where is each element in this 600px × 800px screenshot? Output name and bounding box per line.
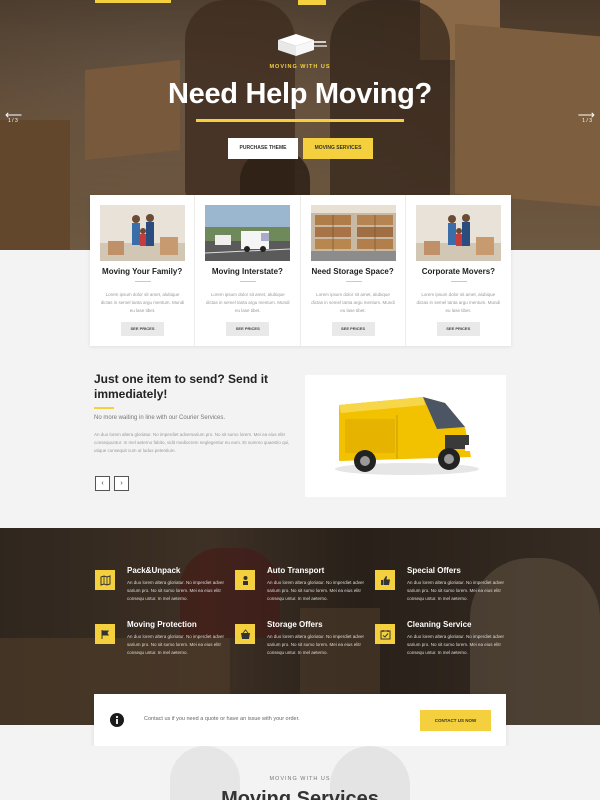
service-title: Auto Transport (267, 566, 325, 575)
see-prices-button[interactable]: SEE PRICES (436, 322, 480, 336)
contact-text: Contact us if you need a quote or have a… (144, 716, 300, 722)
service-title: Moving Protection (127, 620, 197, 629)
service-text: An duo lorem altera gloriatur. No imperd… (267, 580, 365, 601)
moving-services-button[interactable]: MOVING SERVICES (303, 138, 373, 159)
card-title: Need Storage Space? (311, 267, 394, 276)
courier-subtitle: No more waiting in line with our Courier… (94, 415, 226, 421)
service-item: Special Offers An duo lorem altera glori… (375, 558, 505, 608)
box-logo-icon (278, 34, 327, 56)
family-with-boxes-image (415, 205, 501, 261)
courier-van-panel (305, 375, 506, 497)
warehouse-shelves-image (310, 205, 396, 261)
hero-title: Need Help Moving? (168, 78, 432, 110)
service-item: Storage Offers An duo lorem altera glori… (235, 612, 365, 662)
service-title: Storage Offers (267, 620, 323, 629)
card-divider (135, 281, 151, 282)
card-divider (345, 281, 362, 282)
next-button[interactable]: › (114, 476, 129, 491)
service-card: Moving Your Family? Lorem ipsum dolor si… (90, 195, 196, 346)
courier-title-underline (94, 407, 114, 409)
contact-us-button[interactable]: CONTACT US NOW (420, 710, 491, 731)
card-text: Lorem ipsum dolor sit amet, alubique dic… (416, 292, 501, 313)
service-card: Corporate Movers? Lorem ipsum dolor sit … (406, 195, 511, 346)
service-text: An duo lorem altera gloriatur. No imperd… (127, 634, 225, 655)
see-prices-button[interactable]: SEE PRICES (331, 322, 375, 336)
yellow-van-image (335, 397, 479, 475)
service-title: Pack&Unpack (127, 566, 181, 575)
card-divider (240, 281, 257, 282)
card-title: Moving Interstate? (211, 267, 283, 276)
service-text: An duo lorem altera gloriatur. No imperd… (407, 580, 505, 601)
service-title: Special Offers (407, 566, 461, 575)
info-icon (110, 713, 124, 727)
see-prices-button[interactable]: SEE PRICES (226, 322, 270, 336)
card-text: Lorem ipsum dolor sit amet, alubique dic… (100, 292, 185, 313)
card-text: Lorem ipsum dolor sit amet, alubique dic… (205, 292, 290, 313)
bottom-title: Moving Services (221, 788, 379, 800)
hero-title-underline (196, 119, 404, 122)
top-accent-button[interactable] (298, 0, 326, 5)
card-divider (450, 281, 467, 282)
card-text: Lorem ipsum dolor sit amet, alubique dic… (311, 292, 395, 313)
courier-title: Just one item to send? Send it immediate… (94, 372, 269, 401)
flag-icon (95, 624, 115, 644)
thumbs-up-icon (375, 570, 395, 590)
service-item: Cleaning Service An duo lorem altera glo… (375, 612, 505, 662)
bottom-eyebrow: MOVING WITH US (269, 776, 331, 782)
service-item: Pack&Unpack An duo lorem altera gloriatu… (95, 558, 225, 608)
service-text: An duo lorem altera gloriatur. No imperd… (127, 580, 225, 601)
contact-bar: Contact us if you need a quote or have a… (94, 694, 506, 746)
card-title: Corporate Movers? (421, 267, 496, 276)
card-title: Moving Your Family? (102, 267, 183, 276)
purchase-theme-button[interactable]: PURCHASE THEME (228, 138, 298, 159)
family-with-boxes-image (100, 205, 185, 261)
hero-eyebrow: MOVING WITH US (269, 64, 331, 70)
service-cards: Moving Your Family? Lorem ipsum dolor si… (90, 195, 511, 346)
map-icon (95, 570, 115, 590)
prev-button[interactable]: ‹ (95, 476, 110, 491)
service-card: Need Storage Space? Lorem ipsum dolor si… (301, 195, 406, 346)
service-text: An duo lorem altera gloriatur. No imperd… (267, 634, 365, 655)
service-text: An duo lorem altera gloriatur. No imperd… (407, 634, 505, 655)
see-prices-button[interactable]: SEE PRICES (121, 322, 164, 336)
slider-counter-left: 1 / 3 (8, 118, 18, 124)
service-title: Cleaning Service (407, 620, 472, 629)
service-item: Moving Protection An duo lorem altera gl… (95, 612, 225, 662)
top-accent-bar (95, 0, 171, 3)
slider-counter-right: 1 / 3 (582, 118, 592, 124)
service-card: Moving Interstate? Lorem ipsum dolor sit… (195, 195, 301, 346)
calendar-check-icon (375, 624, 395, 644)
person-icon (235, 570, 255, 590)
service-item: Auto Transport An duo lorem altera glori… (235, 558, 365, 608)
courier-body: An duo lorem altera gloriatur. No imperd… (94, 432, 290, 453)
vans-on-highway-image (205, 205, 291, 261)
basket-icon (235, 624, 255, 644)
